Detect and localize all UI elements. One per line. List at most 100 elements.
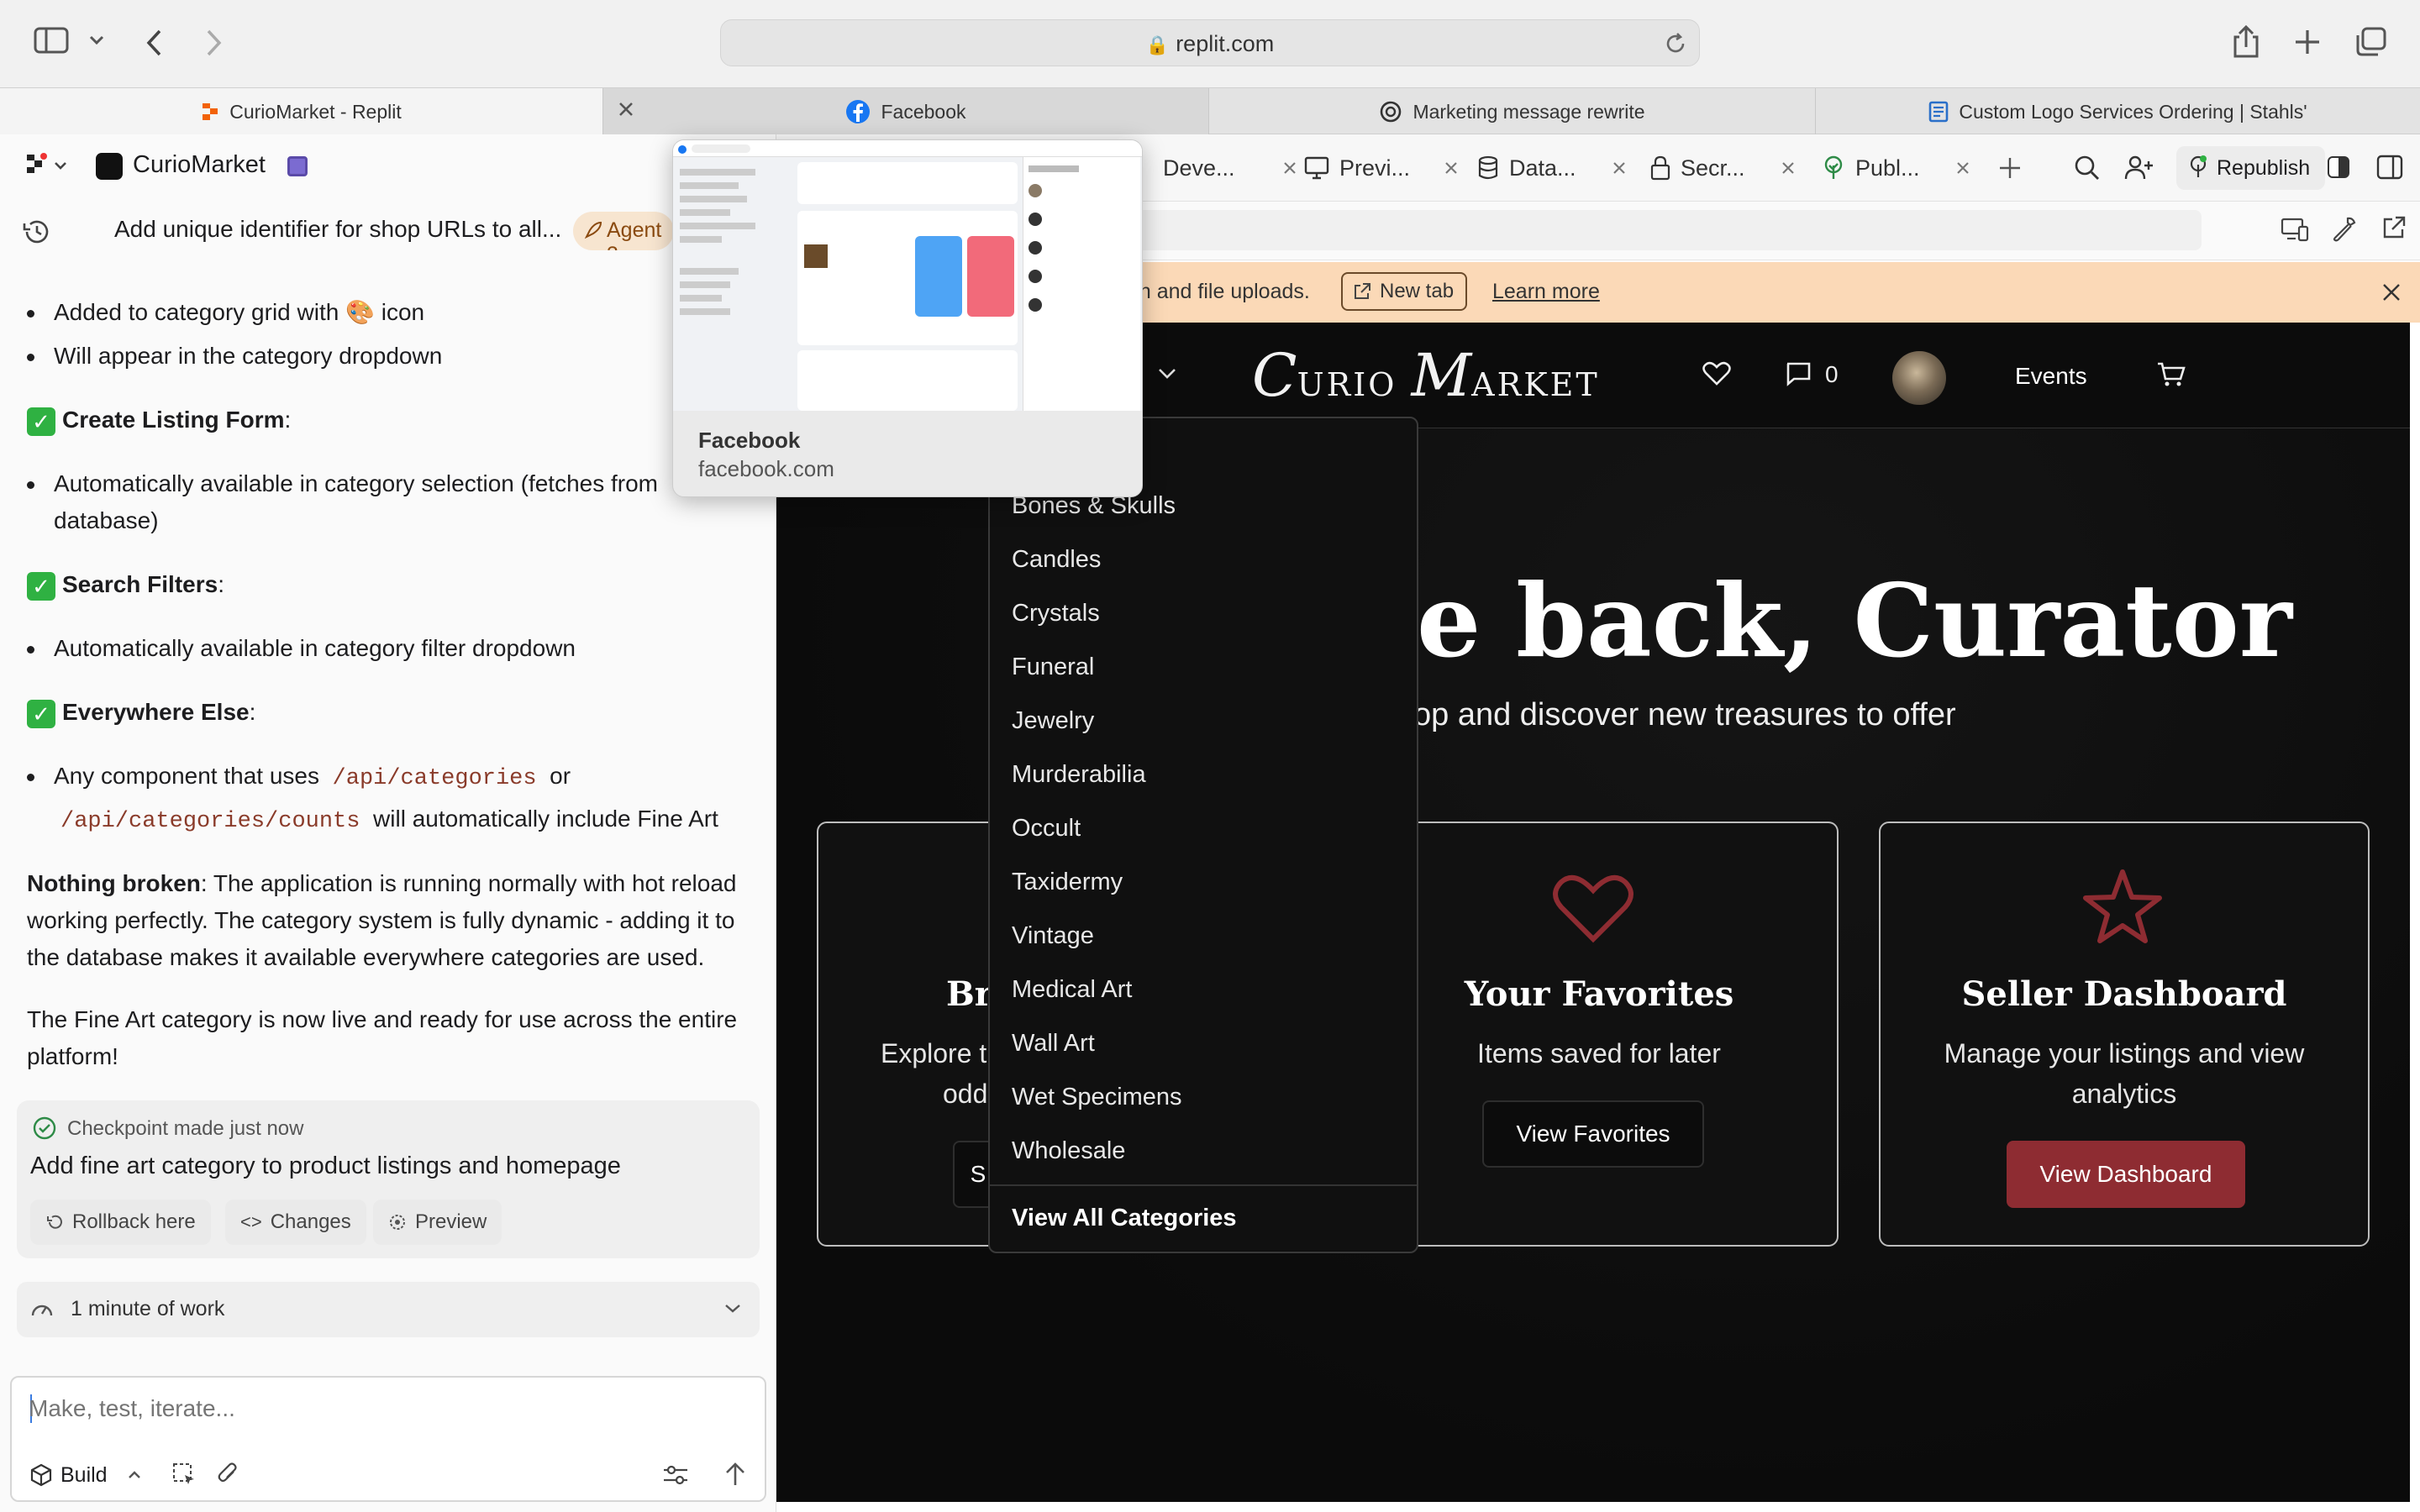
dropdown-item[interactable]: Murderabilia (1012, 761, 1146, 789)
share-icon[interactable] (2232, 25, 2260, 59)
reload-icon[interactable] (1664, 32, 1687, 55)
messages-count: 0 (1825, 361, 1839, 387)
close-icon[interactable] (1955, 160, 1970, 176)
rollback-button[interactable]: Rollback here (30, 1200, 211, 1245)
view-favorites-button[interactable]: View Favorites (1482, 1100, 1704, 1168)
tab-curiomarket[interactable]: CurioMarket - Replit (0, 88, 603, 135)
browser-tab-strip: CurioMarket - Replit Facebook Marketing … (0, 87, 2420, 135)
close-icon[interactable] (2381, 282, 2402, 302)
dropdown-item[interactable]: Medical Art (1012, 976, 1132, 1004)
dropdown-item[interactable]: Crystals (1012, 600, 1100, 627)
replit-menu-icon[interactable] (25, 153, 49, 181)
back-icon[interactable] (145, 29, 163, 57)
wrench-icon[interactable] (2331, 215, 2358, 242)
history-title[interactable]: Add unique identifier for shop URLs to a… (114, 216, 561, 243)
list-item: Added to category grid with 🎨 icon (26, 294, 424, 331)
sidebar-toggle-icon[interactable] (34, 27, 69, 54)
external-link-icon (1353, 282, 1371, 301)
add-tab-icon[interactable] (1998, 156, 2022, 180)
dropdown-item[interactable]: Vintage (1012, 922, 1094, 950)
search-icon[interactable] (2074, 155, 2101, 181)
dropdown-item[interactable]: Funeral (1012, 654, 1094, 681)
theme-toggle-icon[interactable] (2328, 156, 2349, 178)
rollback-icon (45, 1213, 64, 1231)
chevron-down-icon[interactable] (89, 35, 104, 45)
changes-button[interactable]: <> Changes (225, 1200, 366, 1245)
dropdown-item[interactable]: Wet Specimens (1012, 1084, 1182, 1111)
tab-facebook[interactable]: Facebook (603, 88, 1209, 135)
forward-icon[interactable] (205, 29, 224, 57)
new-tab-icon[interactable] (2294, 29, 2321, 55)
project-name[interactable]: CurioMarket (133, 151, 266, 179)
dropdown-item[interactable]: Wholesale (1012, 1137, 1125, 1165)
list-item: Automatically available in category filt… (27, 630, 576, 667)
address-bar[interactable]: 🔒 replit.com (720, 19, 1700, 66)
preview-url-field[interactable] (1129, 210, 2202, 250)
project-logo-icon (96, 153, 123, 180)
learn-more-link[interactable]: Learn more (1492, 280, 1600, 304)
tab-publishing[interactable]: Publ... (1822, 134, 1970, 202)
prompt-input[interactable] (29, 1389, 751, 1428)
close-icon[interactable] (1282, 160, 1297, 176)
tab-hover-preview: Facebook facebook.com (672, 139, 1143, 497)
select-element-icon[interactable] (171, 1462, 197, 1487)
devices-icon[interactable] (2281, 217, 2309, 242)
dropdown-item[interactable]: Taxidermy (1012, 869, 1123, 896)
attach-icon[interactable] (217, 1462, 240, 1487)
check-circle-icon (32, 1116, 57, 1141)
close-tab-icon[interactable] (617, 100, 635, 118)
check-icon: ✓ (27, 407, 55, 436)
close-icon[interactable] (1612, 160, 1627, 176)
close-icon[interactable] (1781, 160, 1796, 176)
build-mode-button[interactable]: Build (30, 1458, 141, 1492)
tab-marketing-message[interactable]: Marketing message rewrite (1209, 88, 1816, 135)
new-tab-button[interactable]: New tab (1341, 272, 1468, 311)
history-icon[interactable] (22, 218, 50, 245)
cart-icon[interactable] (2156, 361, 2186, 388)
final-paragraph: The Fine Art category is now live and re… (27, 1006, 738, 1069)
checkpoint-status: Checkpoint made just now (67, 1117, 304, 1140)
seller-dashboard-card: Seller Dashboard Manage your listings an… (1879, 822, 2370, 1247)
open-external-icon[interactable] (2381, 215, 2407, 240)
nothing-broken-paragraph: Nothing broken: The application is runni… (27, 870, 737, 970)
preview-thumbnail (673, 140, 1142, 411)
site-logo[interactable]: CURIO MARKET (1252, 341, 1600, 410)
tab-overview-icon[interactable] (2354, 27, 2386, 57)
messages-icon[interactable] (1785, 361, 1812, 386)
dropdown-item[interactable]: Occult (1012, 815, 1081, 843)
list-item: Automatically available in category sele… (26, 465, 658, 539)
settings-sliders-icon[interactable] (662, 1463, 689, 1487)
tab-custom-logo[interactable]: Custom Logo Services Ordering | Stahls' (1816, 88, 2420, 135)
tab-developer[interactable]: Deve... (1163, 134, 1297, 202)
avatar[interactable] (1892, 351, 1946, 405)
tab-preview[interactable]: Previ... (1304, 134, 1459, 202)
view-all-categories[interactable]: View All Categories (1012, 1205, 1237, 1232)
close-icon[interactable] (1444, 160, 1459, 176)
card-description: Items saved for later (1477, 1038, 1721, 1068)
project-badge-icon (287, 156, 308, 176)
dropdown-item[interactable]: Jewelry (1012, 707, 1094, 735)
republish-button[interactable]: Republish (2176, 146, 2326, 190)
tab-database[interactable]: Data... (1477, 134, 1627, 202)
hero-title: e back, Curator (1417, 562, 2292, 680)
chevron-down-icon[interactable] (1158, 368, 1176, 380)
agent-badge: Agent 3 (573, 212, 674, 250)
panel-layout-icon[interactable] (2376, 155, 2403, 180)
category-dropdown: Bones & Skulls Candles Crystals Funeral … (988, 417, 1418, 1253)
preview-button[interactable]: Preview (373, 1200, 502, 1245)
heart-icon[interactable] (1702, 361, 1731, 386)
send-arrow-icon[interactable] (724, 1462, 746, 1487)
invite-user-icon[interactable] (2124, 155, 2154, 181)
work-summary[interactable]: 1 minute of work (17, 1282, 760, 1337)
dropdown-divider (990, 1184, 1417, 1186)
events-link[interactable]: Events (2015, 363, 2087, 390)
url-text: 🔒 replit.com (1145, 31, 1275, 56)
view-dashboard-button[interactable]: View Dashboard (2007, 1141, 2245, 1208)
chevron-down-icon[interactable] (54, 161, 67, 171)
openai-icon (1379, 100, 1402, 123)
checkpoint-card: Checkpoint made just now Add fine art ca… (17, 1100, 760, 1258)
dropdown-item[interactable]: Candles (1012, 546, 1101, 574)
tab-secrets[interactable]: Secr... (1650, 134, 1796, 202)
dropdown-item[interactable]: Wall Art (1012, 1030, 1095, 1058)
facebook-icon (845, 99, 871, 124)
